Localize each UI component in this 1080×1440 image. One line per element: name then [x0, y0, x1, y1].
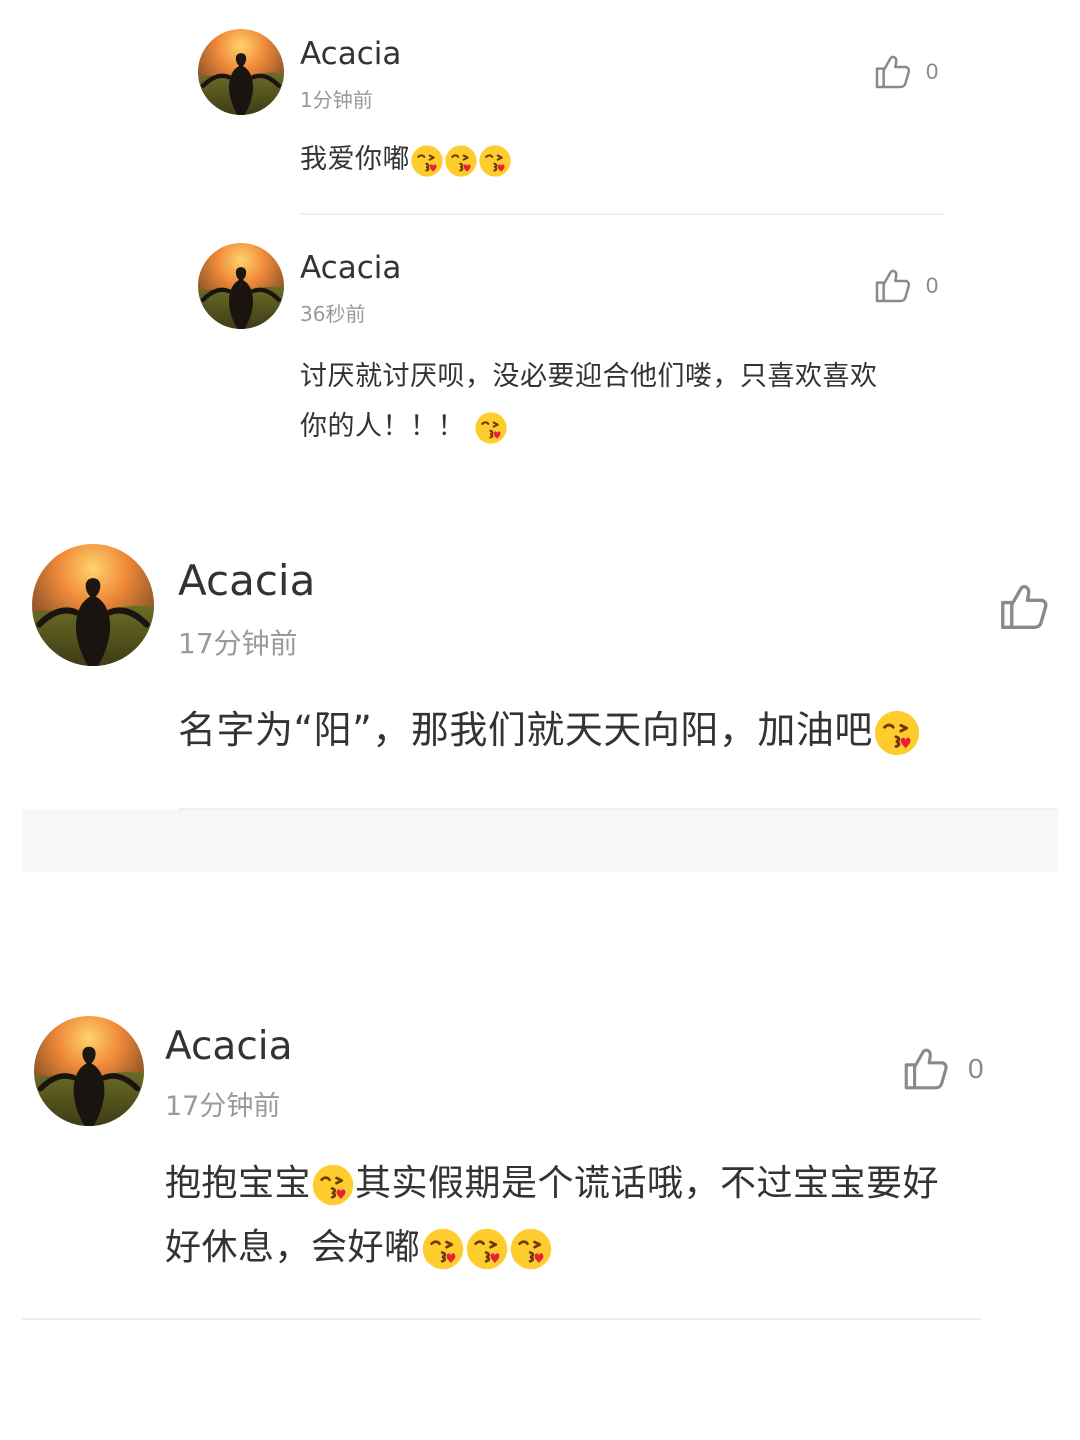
- comment-text: 抱抱宝宝 其实假期是个谎话哦，不过宝宝要好好休息，会好嘟: [165, 1152, 965, 1280]
- like-button[interactable]: 0: [900, 1044, 984, 1094]
- kissing-face-emoji: [421, 1227, 465, 1271]
- divider: [22, 1318, 982, 1320]
- like-count: 0: [968, 1053, 984, 1084]
- thumbs-up-icon: [900, 1044, 950, 1094]
- avatar[interactable]: [34, 1016, 144, 1126]
- kissing-face-emoji: [509, 1227, 553, 1271]
- comment-item: Acacia 17分钟前 0 抱抱宝宝 其实假期是个谎话哦，不过宝宝要好好休息，会…: [0, 0, 1080, 1440]
- timestamp: 17分钟前: [165, 1091, 281, 1122]
- kissing-face-emoji: [465, 1227, 509, 1271]
- comment-text-segment: 抱抱宝宝: [165, 1163, 312, 1204]
- kissing-face-emoji: [311, 1163, 355, 1207]
- username[interactable]: Acacia: [165, 1024, 293, 1069]
